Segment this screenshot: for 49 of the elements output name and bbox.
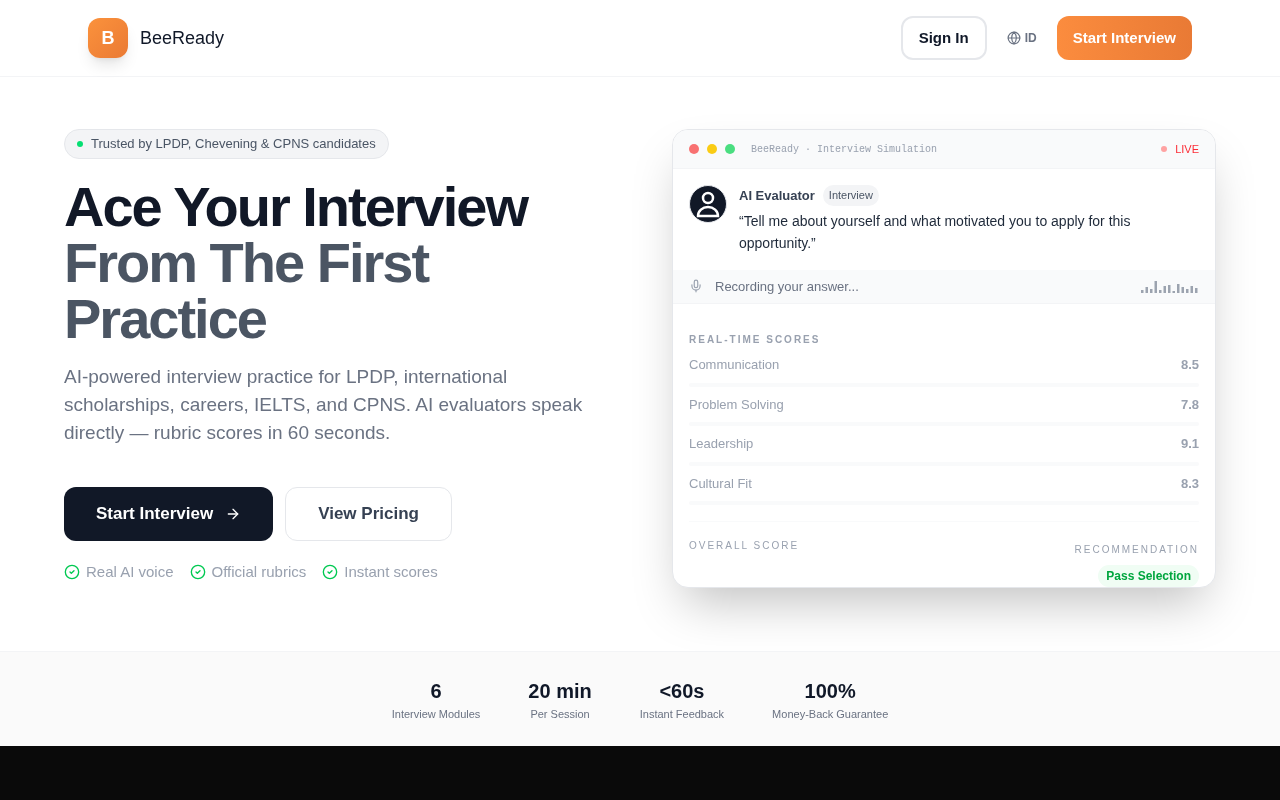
stat-label: Instant Feedback bbox=[639, 706, 725, 722]
score-label: Cultural Fit bbox=[689, 474, 752, 493]
stat-value: 20 min bbox=[528, 678, 592, 704]
score-value: 8.3 bbox=[1180, 474, 1199, 493]
badge-text: Trusted by LPDP, Chevening & CPNS candidates bbox=[91, 135, 376, 154]
stat-label: Money-Back Guarantee bbox=[772, 706, 889, 722]
window-close-icon bbox=[689, 144, 699, 154]
hero-title-highlight: From The First Practice bbox=[64, 235, 430, 347]
view-pricing-button[interactable]: View Pricing bbox=[285, 487, 452, 541]
sign-in-button[interactable]: Sign In bbox=[900, 16, 987, 60]
check-icon bbox=[189, 564, 206, 581]
stat-value: 100% bbox=[804, 678, 856, 704]
interview-question: “Tell me about yourself and what motivated you to apply for this opportunity.” bbox=[739, 211, 1132, 253]
stat-value: 6 bbox=[430, 678, 442, 704]
hero-title: Ace Your Interview bbox=[64, 179, 529, 235]
score-label: Problem Solving bbox=[689, 395, 784, 414]
hero-subtitle: AI-powered interview practice for LPDP, international scholarships, careers, IELTS, and CPNS. AI evaluators speak directly — rubric scores in 60 seconds. bbox=[64, 365, 584, 445]
globe-icon bbox=[1006, 31, 1021, 45]
recording-status: Recording your answer... bbox=[715, 277, 859, 296]
feature-label: Official rubrics bbox=[211, 562, 307, 582]
overall-score-label: OVERALL SCORE bbox=[689, 539, 800, 553]
language-button[interactable]: ID bbox=[1006, 30, 1037, 46]
speaker-name: AI Evaluator bbox=[739, 186, 815, 205]
window-maximize-icon bbox=[725, 144, 735, 154]
recommendation-badge: Pass Selection bbox=[1098, 565, 1199, 587]
score-value: 9.1 bbox=[1180, 435, 1199, 453]
feature-label: Instant scores bbox=[344, 562, 438, 582]
check-icon bbox=[64, 564, 80, 581]
feature-label: Real AI voice bbox=[86, 562, 174, 582]
scores-heading: REAL-TIME SCORES bbox=[689, 333, 822, 347]
start-interview-button[interactable]: Start Interview bbox=[64, 487, 274, 541]
microphone-icon bbox=[689, 279, 703, 294]
live-status: LIVE bbox=[1175, 141, 1199, 157]
window-title: BeeReady · Interview Simulation bbox=[751, 142, 938, 157]
audio-level-icon bbox=[1141, 279, 1199, 294]
check-icon bbox=[322, 564, 339, 581]
score-value: 8.5 bbox=[1180, 356, 1199, 374]
score-value: 7.8 bbox=[1180, 395, 1199, 414]
logo-icon: B bbox=[88, 18, 128, 58]
stat-value: <60s bbox=[659, 678, 705, 704]
brand-name: BeeReady bbox=[140, 27, 225, 50]
speaker-tag: Interview bbox=[822, 185, 879, 206]
window-minimize-icon bbox=[707, 144, 717, 154]
avatar-icon bbox=[689, 185, 727, 223]
score-label: Communication bbox=[689, 356, 780, 374]
score-label: Leadership bbox=[689, 435, 754, 453]
stat-label: Per Session bbox=[530, 706, 590, 722]
recommendation-label: RECOMMENDATION bbox=[1074, 543, 1199, 557]
stat-label: Interview Modules bbox=[391, 706, 481, 722]
